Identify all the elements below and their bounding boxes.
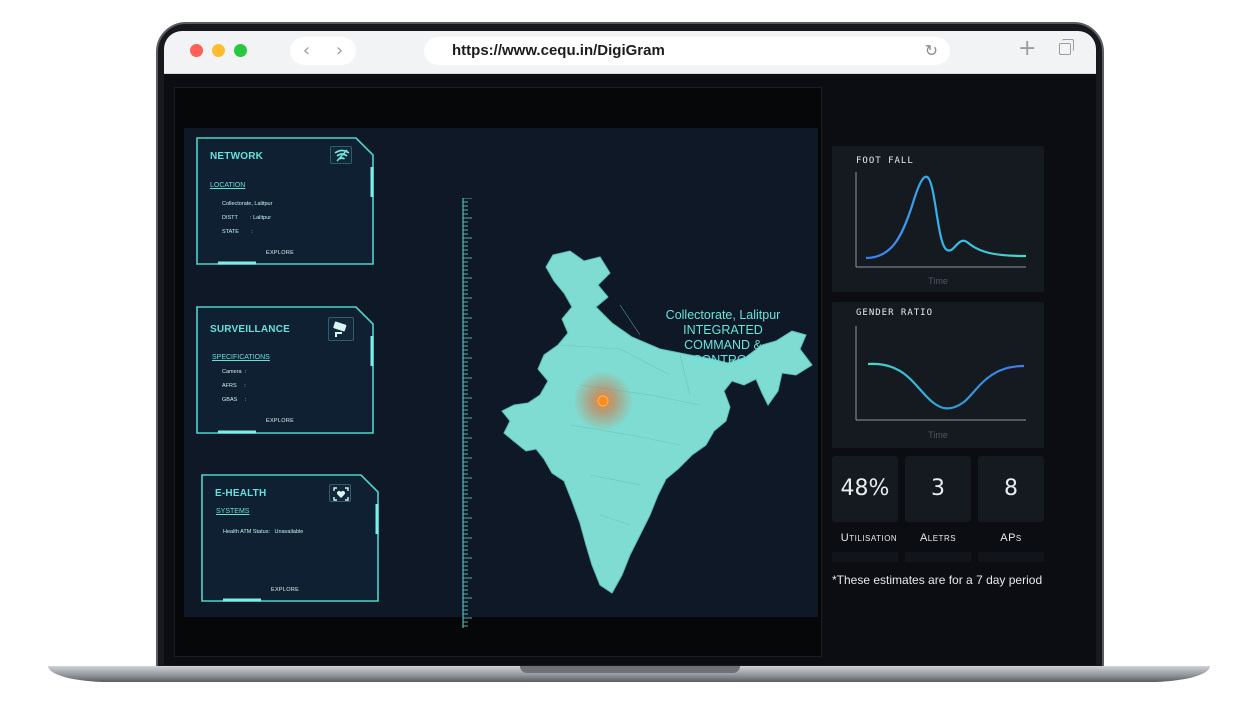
url-text[interactable]: https://www.cequ.in/DigiGram [452,37,665,65]
gender-ratio-widget: GENDER RATIO Time [832,302,1044,448]
card-detail-line: AFRS : [222,383,246,389]
laptop-notch [520,666,740,673]
card-detail-line: Health ATM Status: Unavailable [223,529,304,535]
explore-button[interactable]: EXPLORE [266,250,294,256]
tabs-icon[interactable] [1059,39,1074,55]
wifi-icon [330,146,352,164]
browser-toolbar: ‹ › https://www.cequ.in/DigiGram ↻ + [164,31,1096,74]
foot-fall-chart [855,172,1027,268]
card-detail-line: DISTT : Lalitpur [222,215,272,221]
card-title: SURVEILLANCE [210,324,291,335]
india-map[interactable] [500,245,830,605]
navigation-buttons: ‹ › [290,37,356,65]
stat-underbar [905,552,971,562]
plus-icon[interactable]: + [1018,36,1036,61]
maximize-window-button[interactable] [234,44,247,57]
command-panel: NETWORK LOCATION Collectorate, Lalitpur … [184,128,818,628]
axis-label: Time [928,276,948,286]
card-detail-line: STATE : [222,229,253,235]
stat-aps-box: 8 [978,456,1044,522]
laptop-screen: ‹ › https://www.cequ.in/DigiGram ↻ + NET… [164,31,1096,665]
health-scan-icon [329,484,351,502]
minimize-window-button[interactable] [212,44,225,57]
camera-icon [328,317,354,341]
stat-underbar [978,552,1044,562]
explore-button[interactable]: EXPLORE [271,587,299,593]
close-window-button[interactable] [190,44,203,57]
stat-alerts-box: 3 [905,456,971,522]
stat-label: APs [1000,532,1022,544]
reload-icon[interactable]: ↻ [925,37,938,65]
stat-value: 48% [840,476,890,501]
card-detail-line: GBAS : [222,397,247,403]
ehealth-card[interactable]: E-HEALTH SYSTEMS Health ATM Status: Unav… [201,474,379,602]
caption-line: INTEGRATED [683,323,763,337]
stat-value: 8 [1004,476,1018,501]
surveillance-card[interactable]: SURVEILLANCE SPECIFICATIONS Camera : AFR… [196,306,374,434]
card-section-label[interactable]: SPECIFICATIONS [212,354,270,361]
card-section-label[interactable]: SYSTEMS [216,508,249,515]
location-marker[interactable] [597,395,609,407]
scale-ruler [462,198,472,628]
estimate-footnote: *These estimates are for a 7 day period [832,573,1043,587]
network-card[interactable]: NETWORK LOCATION Collectorate, Lalitpur … [196,137,374,265]
stat-value: 3 [931,476,945,501]
explore-button[interactable]: EXPLORE [266,418,294,424]
card-title: NETWORK [210,151,264,162]
map-landmass[interactable] [501,250,813,594]
map-caption: Collectorate, Lalitpur INTEGRATED COMMAN… [648,308,798,368]
dashboard: NETWORK LOCATION Collectorate, Lalitpur … [164,74,1096,665]
stat-utilisation-box: 48% [832,456,898,522]
card-detail-line: Camera : [222,369,247,375]
chevron-left-icon[interactable]: ‹ [290,37,323,65]
foot-fall-widget: FOOT FALL Time [832,146,1044,292]
caption-line: COMMAND & [684,338,762,352]
card-section-label[interactable]: LOCATION [210,182,245,189]
caption-location: Collectorate, Lalitpur [665,308,781,322]
chevron-right-icon[interactable]: › [323,37,356,65]
card-title: E-HEALTH [215,488,267,499]
stat-underbar [832,552,898,562]
gender-ratio-chart [855,326,1026,421]
address-bar[interactable]: https://www.cequ.in/DigiGram ↻ [424,37,950,65]
caption-line: CONTROL [692,353,754,367]
card-detail-line: Collectorate, Lalitpur [222,201,273,207]
axis-label: Time [928,430,948,440]
